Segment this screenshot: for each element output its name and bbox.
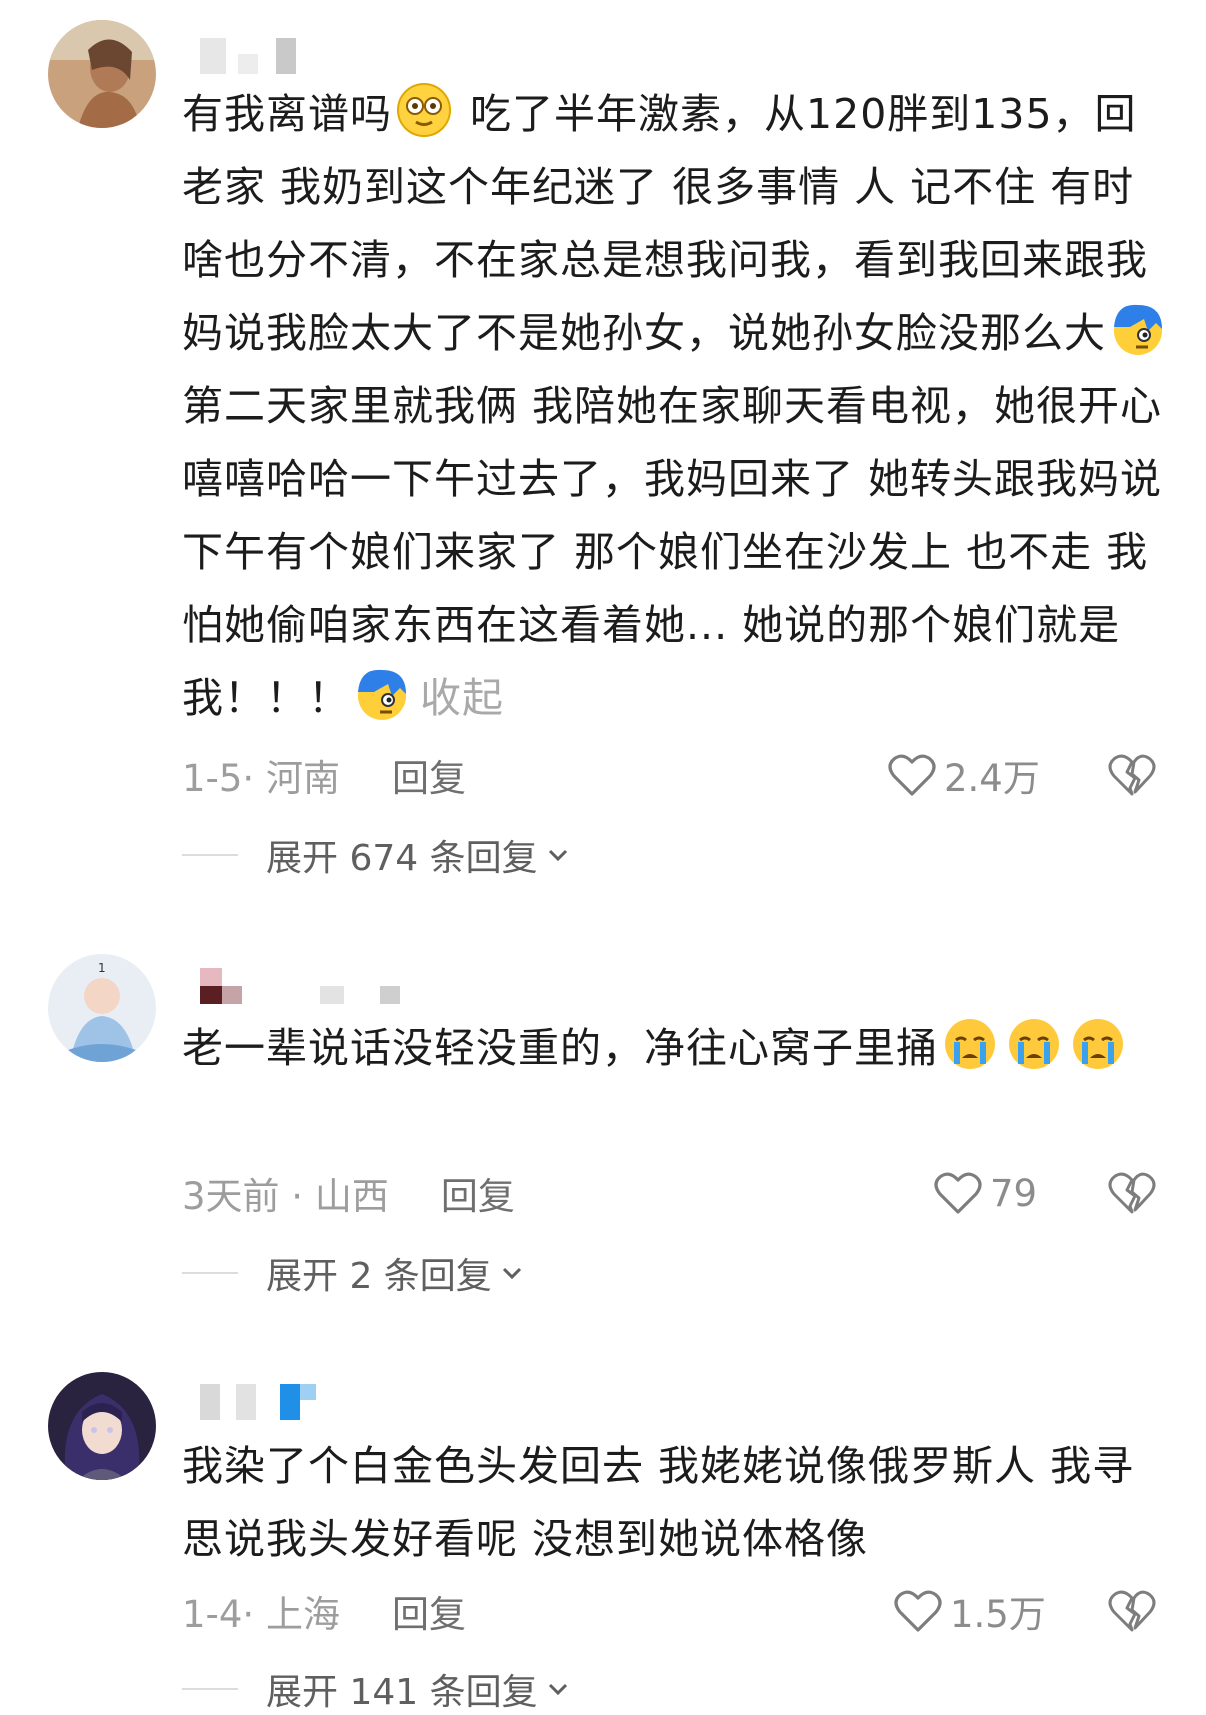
comment-meta: 1-4· 上海 回复 bbox=[182, 1586, 466, 1636]
blue-hair-awkward-emoji bbox=[1110, 301, 1166, 357]
collapse-button[interactable]: 收起 bbox=[420, 674, 504, 722]
avatar[interactable] bbox=[48, 20, 156, 128]
heart-outline-icon bbox=[888, 754, 936, 796]
divider-line bbox=[182, 854, 238, 856]
crying-face-emoji bbox=[1006, 1016, 1062, 1072]
like-button[interactable]: 1.5万 bbox=[894, 1586, 1046, 1636]
comment-meta: 1-5· 河南 回复 bbox=[182, 750, 466, 800]
comment-text: 我染了个白金色头发回去 我姥姥说像俄罗斯人 我寻思说我头发好看呢 没想到她说体格… bbox=[182, 1430, 1172, 1576]
like-count: 1.5万 bbox=[950, 1593, 1046, 1636]
expand-replies-label: 展开 674 条回复 bbox=[266, 838, 538, 879]
avatar[interactable]: 1 bbox=[48, 954, 156, 1062]
date-location: 1-4· 上海 bbox=[182, 1593, 340, 1636]
like-count: 79 bbox=[990, 1171, 1038, 1215]
username-blurred bbox=[200, 968, 560, 1008]
like-count: 2.4万 bbox=[944, 757, 1040, 800]
reply-button[interactable]: 回复 bbox=[392, 1584, 466, 1638]
comment-text-part: 第二天家里就我俩 我陪她在家聊天看电视，她很开心 嘻嘻哈哈一下午过去了，我妈回来… bbox=[182, 382, 1163, 722]
username-blurred bbox=[200, 38, 560, 78]
dizzy-face-emoji bbox=[396, 82, 452, 138]
expand-replies-button[interactable]: 展开 2 条回复 bbox=[182, 1248, 524, 1298]
crying-face-emoji bbox=[942, 1016, 998, 1072]
svg-text:1: 1 bbox=[98, 961, 106, 975]
broken-heart-icon[interactable] bbox=[1108, 752, 1156, 798]
comment-meta: 3天前 · 山西 回复 bbox=[182, 1168, 515, 1218]
comment-text: 有我离谱吗 吃了半年激素，从120胖到135，回老家 我奶到这个年纪迷了 很多事… bbox=[182, 78, 1172, 735]
chevron-down-icon bbox=[548, 849, 567, 862]
blue-hair-awkward-emoji bbox=[354, 666, 410, 722]
expand-replies-button[interactable]: 展开 674 条回复 bbox=[182, 830, 570, 880]
expand-replies-label: 展开 2 条回复 bbox=[266, 1256, 492, 1297]
like-button[interactable]: 2.4万 bbox=[888, 750, 1040, 800]
crying-face-emoji bbox=[1070, 1016, 1126, 1072]
broken-heart-icon[interactable] bbox=[1108, 1588, 1156, 1634]
comment-text-part: 有我离谱吗 bbox=[182, 90, 392, 138]
expand-replies-label: 展开 141 条回复 bbox=[266, 1672, 538, 1713]
date-location: 1-5· 河南 bbox=[182, 757, 340, 800]
like-button[interactable]: 79 bbox=[934, 1168, 1037, 1218]
divider-line bbox=[182, 1272, 238, 1274]
username-blurred bbox=[200, 1384, 560, 1424]
expand-replies-button[interactable]: 展开 141 条回复 bbox=[182, 1664, 570, 1714]
comment-text: 老一辈说话没轻没重的，净往心窝子里捅 bbox=[182, 1012, 1172, 1085]
date-location: 3天前 · 山西 bbox=[182, 1175, 389, 1218]
chevron-down-icon bbox=[548, 1683, 567, 1696]
chevron-down-icon bbox=[502, 1267, 521, 1280]
avatar[interactable] bbox=[48, 1372, 156, 1480]
broken-heart-icon[interactable] bbox=[1108, 1170, 1156, 1216]
comment-text-part: 我染了个白金色头发回去 我姥姥说像俄罗斯人 我寻思说我头发好看呢 没想到她说体格… bbox=[182, 1442, 1135, 1563]
comment-text-part: 老一辈说话没轻没重的，净往心窝子里捅 bbox=[182, 1024, 938, 1072]
reply-button[interactable]: 回复 bbox=[392, 748, 466, 802]
heart-outline-icon bbox=[934, 1172, 982, 1214]
reply-button[interactable]: 回复 bbox=[441, 1166, 515, 1220]
heart-outline-icon bbox=[894, 1590, 942, 1632]
